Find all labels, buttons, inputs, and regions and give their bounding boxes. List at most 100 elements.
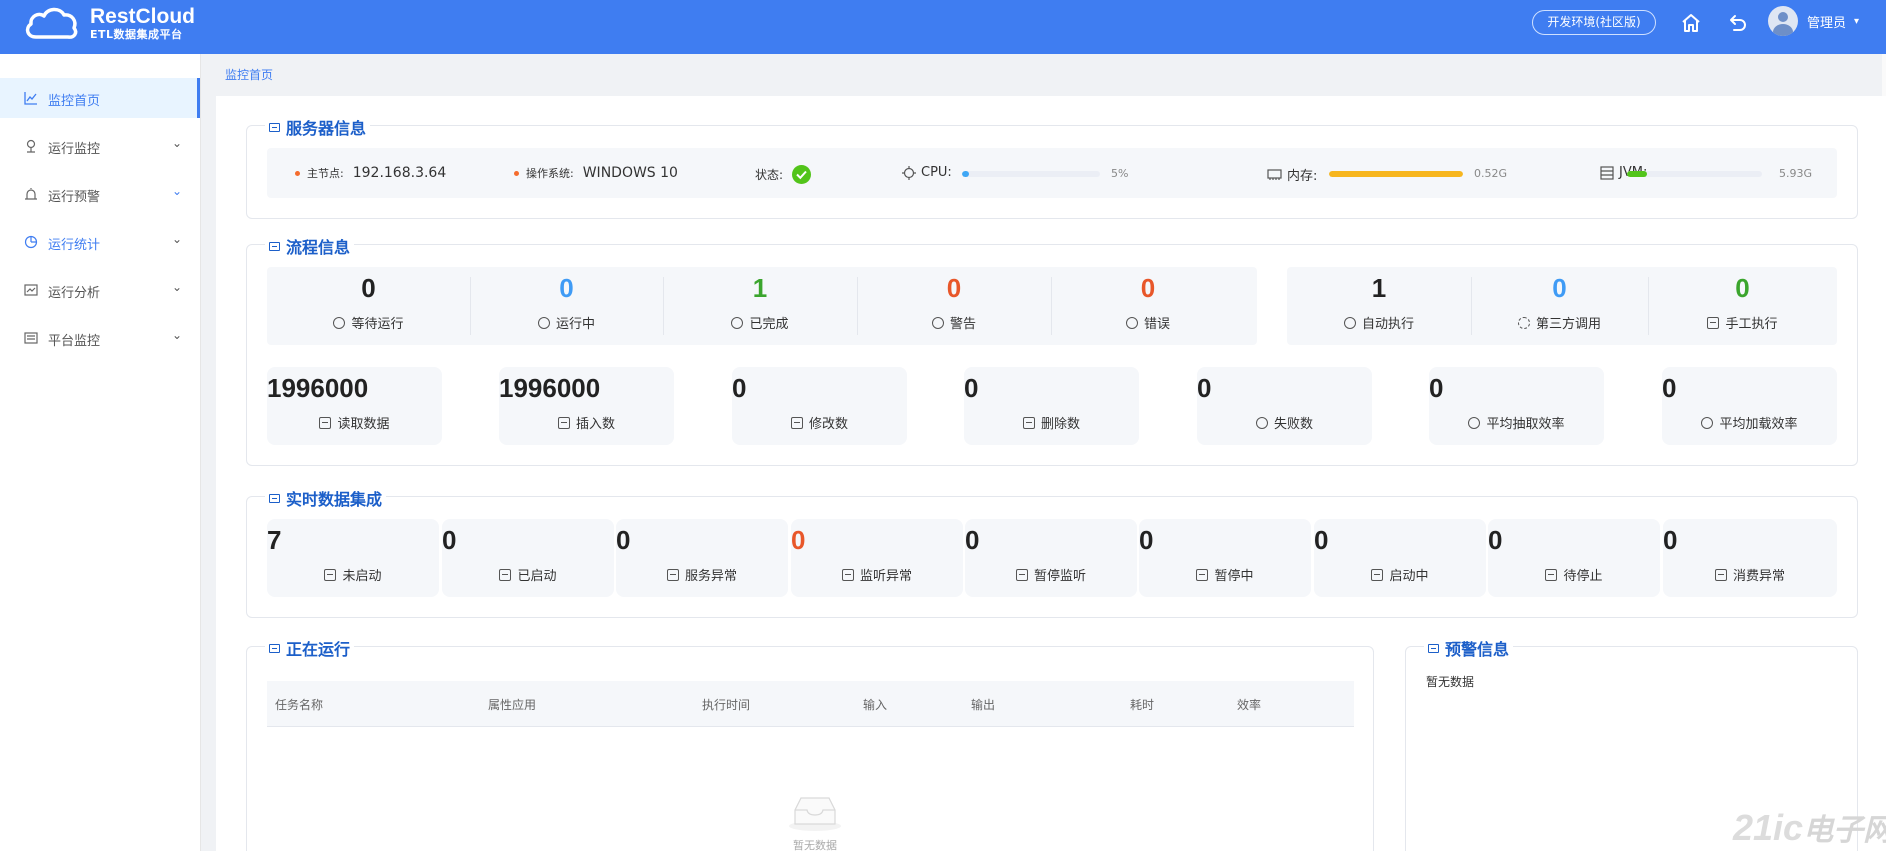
metric-avg-extract[interactable]: 0 平均抽取效率 — [1429, 367, 1604, 445]
sidebar-item-label: 运行统计 — [48, 238, 101, 253]
metric-insert[interactable]: 1996000 插入数 — [499, 367, 674, 445]
edit-icon — [1707, 316, 1720, 329]
flow-mode-third-party[interactable]: 0 第三方调用 — [1471, 267, 1648, 345]
column-header[interactable]: 任务名称 — [275, 696, 323, 713]
column-header[interactable]: 输出 — [971, 696, 995, 713]
realtime-listen-paused[interactable]: 0 暂停监听 — [965, 519, 1137, 597]
environment-button[interactable]: 开发环境(社区版) — [1532, 10, 1656, 35]
stat-label-row: 已启动 — [442, 565, 614, 584]
chart-line-icon — [24, 92, 37, 105]
column-header[interactable]: 耗时 — [1130, 696, 1154, 713]
brand-logo[interactable]: RestCloud ETL数据集成平台 — [22, 4, 195, 42]
stat-label-row: 手工执行 — [1648, 313, 1837, 332]
stat-value: 0 — [964, 373, 979, 403]
stat-value: 0 — [946, 273, 962, 303]
cpu-item: CPU: — [902, 165, 952, 180]
flow-info-section: 流程信息 0 等待运行 0 运行中 1 已完成 0 警告 0 错误 1 自动执行 0 第三方调… — [246, 234, 1858, 466]
stat-label: 第三方调用 — [1535, 317, 1601, 332]
status-label: 状态: — [755, 168, 784, 182]
stat-value: 0 — [1314, 525, 1329, 555]
realtime-not-started[interactable]: 7 未启动 — [267, 519, 439, 597]
sidebar-item-monitor-home[interactable]: 监控首页 — [0, 78, 200, 118]
stat-label: 暂停中 — [1214, 569, 1254, 584]
cpu-progress-fill — [962, 171, 969, 177]
metric-fail[interactable]: 0 失败数 — [1197, 367, 1372, 445]
flow-mode-manual[interactable]: 0 手工执行 — [1648, 267, 1837, 345]
platform-icon — [24, 332, 38, 344]
realtime-pending-stop[interactable]: 0 待停止 — [1488, 519, 1660, 597]
realtime-starting[interactable]: 0 启动中 — [1314, 519, 1486, 597]
metric-update[interactable]: 0 修改数 — [732, 367, 907, 445]
os-value: WINDOWS 10 — [582, 165, 678, 181]
stat-label-row: 平均加载效率 — [1662, 413, 1837, 432]
list-icon — [1545, 568, 1558, 581]
flow-mode-auto[interactable]: 1 自动执行 — [1287, 267, 1471, 345]
stat-value: 1996000 — [267, 373, 369, 403]
sidebar: 监控首页 运行监控 ⌄ 运行预警 ⌄ 运行统计 ⌄ 运行分析 ⌄ 平台监控 ⌄ — [0, 54, 201, 851]
monitor-icon — [26, 139, 36, 153]
realtime-consume-error[interactable]: 0 消费异常 — [1663, 519, 1837, 597]
section-title: 预警信息 — [1424, 636, 1514, 660]
stat-value: 0 — [1140, 273, 1156, 303]
flow-status-warning[interactable]: 0 警告 — [857, 267, 1051, 345]
sidebar-item-label: 运行分析 — [48, 286, 101, 301]
stat-value: 0 — [1139, 525, 1154, 555]
column-header[interactable]: 属性应用 — [488, 696, 536, 713]
stat-label-row: 平均抽取效率 — [1429, 413, 1604, 432]
column-header[interactable]: 执行时间 — [702, 696, 750, 713]
stat-value: 0 — [965, 525, 980, 555]
running-title: 正在运行 — [286, 640, 351, 659]
cpu-label: CPU: — [921, 165, 952, 180]
auto-icon — [1343, 316, 1356, 329]
realtime-section: 实时数据集成 7 未启动 0 已启动 0 服务异常 0 监听异常 0 暂停监听 0 暂停中 … — [246, 486, 1858, 618]
stat-label-row: 读取数据 — [267, 413, 442, 432]
breadcrumb[interactable]: 监控首页 — [225, 66, 273, 83]
stat-label-row: 警告 — [857, 313, 1051, 332]
stat-value: 0 — [1735, 273, 1750, 303]
realtime-started[interactable]: 0 已启动 — [442, 519, 614, 597]
clock-icon — [333, 316, 346, 329]
loading-icon — [537, 316, 550, 329]
pie-chart-icon — [24, 235, 38, 249]
avatar — [1768, 6, 1798, 36]
metric-read[interactable]: 1996000 读取数据 — [267, 367, 442, 445]
sidebar-item-run-stats[interactable]: 运行统计 ⌄ — [0, 222, 200, 262]
stat-label-row: 监听异常 — [791, 565, 963, 584]
stat-label-row: 第三方调用 — [1471, 313, 1648, 332]
realtime-pausing[interactable]: 0 暂停中 — [1139, 519, 1311, 597]
list-icon — [841, 568, 854, 581]
flow-status-running[interactable]: 0 运行中 — [470, 267, 663, 345]
sidebar-item-platform-monitor[interactable]: 平台监控 ⌄ — [0, 318, 200, 358]
stat-value: 1 — [752, 273, 768, 303]
section-title: 服务器信息 — [265, 115, 371, 139]
sidebar-item-run-alert[interactable]: 运行预警 ⌄ — [0, 174, 200, 214]
status-item: 状态: — [755, 165, 812, 184]
column-header[interactable]: 效率 — [1237, 696, 1261, 713]
home-icon[interactable] — [1679, 11, 1703, 35]
column-header[interactable]: 输入 — [863, 696, 887, 713]
sidebar-item-run-monitor[interactable]: 运行监控 ⌄ — [0, 126, 200, 166]
realtime-listen-error[interactable]: 0 监听异常 — [791, 519, 963, 597]
flow-status-completed[interactable]: 1 已完成 — [663, 267, 857, 345]
stat-value: 0 — [616, 525, 631, 555]
os-item: 操作系统: WINDOWS 10 — [514, 165, 678, 181]
stat-label: 自动执行 — [1361, 317, 1414, 332]
back-icon[interactable] — [1726, 11, 1750, 35]
metric-delete[interactable]: 0 删除数 — [964, 367, 1139, 445]
flow-info-title: 流程信息 — [286, 238, 351, 257]
user-menu[interactable]: 管理员 ▾ — [1768, 6, 1859, 36]
insert-icon — [557, 416, 570, 429]
chevron-down-icon: ⌄ — [172, 232, 183, 246]
list-icon — [1371, 568, 1384, 581]
sidebar-item-run-analysis[interactable]: 运行分析 ⌄ — [0, 270, 200, 310]
stat-value: 0 — [732, 373, 747, 403]
stat-label: 失败数 — [1273, 417, 1313, 432]
empty-text: 暂无数据 — [793, 839, 837, 851]
realtime-service-error[interactable]: 0 服务异常 — [616, 519, 788, 597]
stat-label-row: 失败数 — [1197, 413, 1372, 432]
stat-label-row: 运行中 — [470, 313, 663, 332]
flow-status-error[interactable]: 0 错误 — [1051, 267, 1245, 345]
section-icon — [1428, 643, 1439, 653]
flow-status-waiting[interactable]: 0 等待运行 — [267, 267, 470, 345]
metric-avg-load[interactable]: 0 平均加载效率 — [1662, 367, 1837, 445]
